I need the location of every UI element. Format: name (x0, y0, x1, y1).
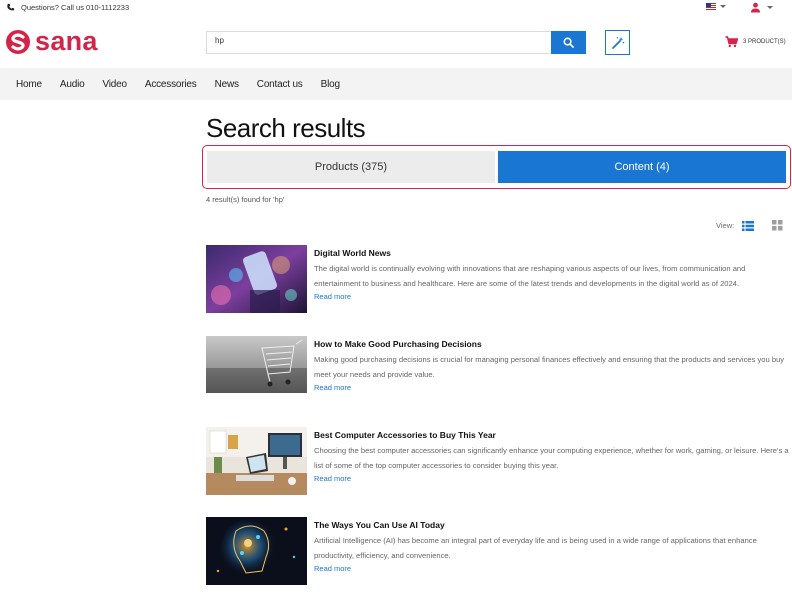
read-more-link[interactable]: Read more (314, 292, 351, 301)
phone-info: Questions? Call us 010-1112233 (6, 3, 129, 12)
magic-wand-button[interactable] (605, 30, 630, 55)
us-flag-icon (706, 3, 716, 10)
language-selector[interactable] (706, 3, 726, 10)
cart-icon (725, 36, 738, 48)
list-item: Digital World News The digital world is … (206, 245, 786, 315)
chevron-down-icon (767, 6, 773, 9)
cart-count: 3 PRODUCT(S) (743, 39, 786, 45)
tab-content[interactable]: Content (4) (498, 151, 786, 183)
result-description: Artificial Intelligence (AI) has become … (314, 536, 757, 560)
read-more-link[interactable]: Read more (314, 474, 351, 483)
account-menu[interactable] (750, 2, 773, 13)
result-title[interactable]: The Ways You Can Use AI Today (314, 520, 445, 530)
nav-item-contact-us[interactable]: Contact us (257, 79, 303, 90)
search-icon (563, 37, 574, 48)
view-label: View: (716, 221, 735, 230)
list-item: How to Make Good Purchasing Decisions Ma… (206, 336, 786, 406)
chevron-down-icon (720, 5, 726, 8)
search-button[interactable] (551, 31, 586, 54)
nav-item-blog[interactable]: Blog (321, 79, 340, 90)
magic-wand-icon (611, 36, 624, 49)
top-bar: Questions? Call us 010-1112233 (0, 0, 792, 18)
grid-view-icon[interactable] (772, 220, 783, 231)
phone-text: Questions? Call us 010-1112233 (21, 3, 130, 12)
list-view-icon[interactable] (742, 220, 755, 231)
logo-text: sana (35, 26, 98, 56)
smartphone-bokeh-image[interactable] (206, 245, 307, 313)
desk-workspace-image[interactable] (206, 427, 307, 495)
result-count: 4 result(s) found for 'hp' (206, 195, 285, 204)
nav-item-accessories[interactable]: Accessories (145, 79, 197, 90)
result-title[interactable]: Digital World News (314, 248, 391, 258)
nav-item-video[interactable]: Video (102, 79, 127, 90)
nav-item-news[interactable]: News (215, 79, 239, 90)
list-item: Best Computer Accessories to Buy This Ye… (206, 427, 789, 497)
result-description: Choosing the best computer accessories c… (314, 446, 789, 470)
cart-summary[interactable]: 3 PRODUCT(S) (725, 36, 786, 48)
user-icon (751, 2, 760, 13)
sana-logo-icon (6, 29, 30, 54)
search-input[interactable] (215, 36, 545, 45)
result-title[interactable]: How to Make Good Purchasing Decisions (314, 339, 482, 349)
result-title[interactable]: Best Computer Accessories to Buy This Ye… (314, 430, 496, 440)
nav-item-home[interactable]: Home (16, 79, 42, 90)
result-description: Making good purchasing decisions is cruc… (314, 355, 785, 379)
results-tabs: Products (375) Content (4) (202, 145, 791, 189)
main-nav: Home Audio Video Accessories News Contac… (0, 68, 792, 100)
logo[interactable]: sana (5, 28, 98, 55)
search-box (206, 31, 586, 54)
tab-products[interactable]: Products (375) (207, 151, 495, 183)
read-more-link[interactable]: Read more (314, 383, 351, 392)
read-more-link[interactable]: Read more (314, 564, 351, 573)
page-title: Search results (206, 113, 366, 143)
shopping-cart-image[interactable] (206, 336, 307, 393)
view-toggle: View: (716, 220, 783, 231)
result-description: The digital world is continually evolvin… (314, 264, 746, 288)
nav-item-audio[interactable]: Audio (60, 79, 85, 90)
list-item: The Ways You Can Use AI Today Artificial… (206, 517, 786, 587)
ai-head-image[interactable] (206, 517, 307, 585)
header: sana 3 PRODUCT(S) (0, 18, 792, 68)
phone-icon (7, 3, 15, 11)
